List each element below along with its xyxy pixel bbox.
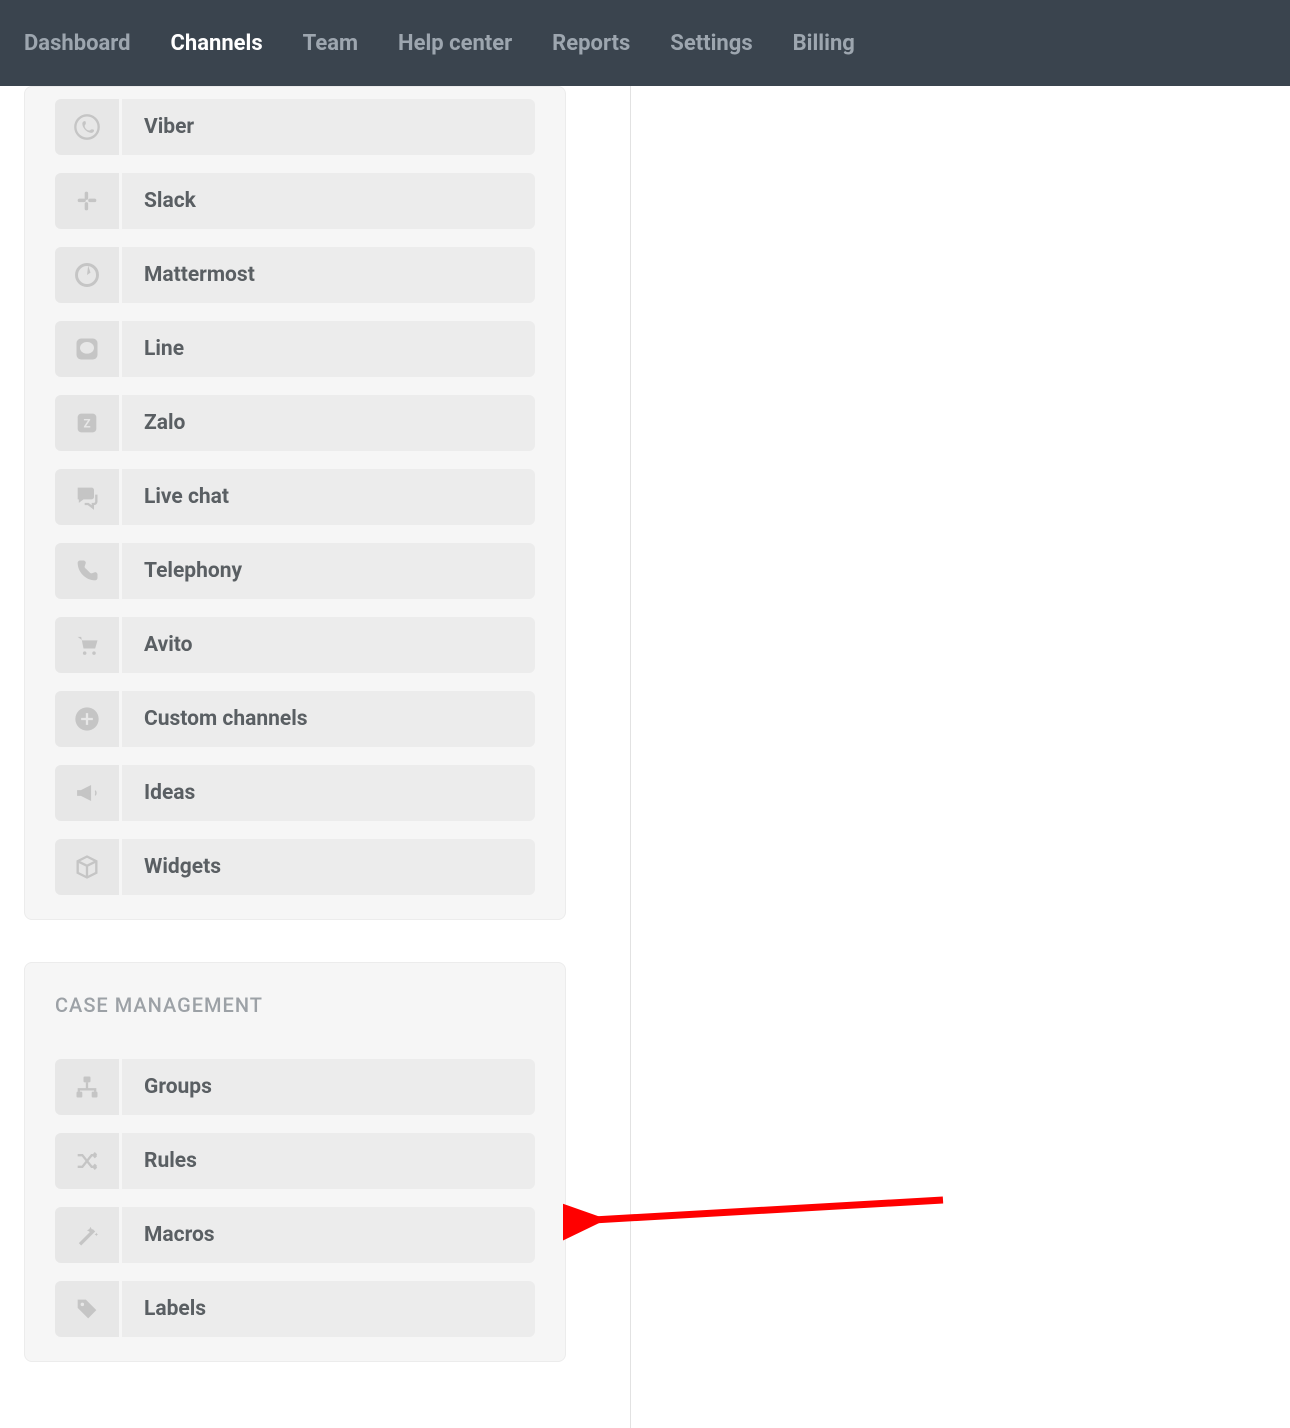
- sidebar-item-label: Mattermost: [122, 247, 535, 303]
- vertical-divider: [630, 86, 631, 1428]
- sidebar-item-macros[interactable]: Macros: [55, 1207, 535, 1263]
- line-icon: [55, 321, 119, 377]
- plus-circle-icon: [55, 691, 119, 747]
- nav-help-center[interactable]: Help center: [398, 31, 512, 56]
- nav-channels[interactable]: Channels: [171, 31, 263, 56]
- viber-icon: [55, 99, 119, 155]
- sidebar-item-live-chat[interactable]: Live chat: [55, 469, 535, 525]
- sidebar-item-label: Telephony: [122, 543, 535, 599]
- sidebar-item-label: Avito: [122, 617, 535, 673]
- sidebar-item-slack[interactable]: Slack: [55, 173, 535, 229]
- sidebar-item-widgets[interactable]: Widgets: [55, 839, 535, 895]
- sidebar-item-groups[interactable]: Groups: [55, 1059, 535, 1115]
- sidebar-item-label: Ideas: [122, 765, 535, 821]
- sidebar-item-label: Groups: [122, 1059, 535, 1115]
- case-management-section: CASE MANAGEMENT Groups Rules: [24, 962, 566, 1362]
- sidebar: Viber Slack Mattermost: [0, 86, 590, 1386]
- nav-reports[interactable]: Reports: [552, 31, 630, 56]
- nav-dashboard[interactable]: Dashboard: [24, 31, 131, 56]
- cart-icon: [55, 617, 119, 673]
- sidebar-item-mattermost[interactable]: Mattermost: [55, 247, 535, 303]
- section-header: CASE MANAGEMENT: [25, 963, 565, 1041]
- sidebar-item-ideas[interactable]: Ideas: [55, 765, 535, 821]
- sidebar-item-label: Macros: [122, 1207, 535, 1263]
- sidebar-item-custom-channels[interactable]: Custom channels: [55, 691, 535, 747]
- sidebar-item-avito[interactable]: Avito: [55, 617, 535, 673]
- sidebar-item-label: Live chat: [122, 469, 535, 525]
- sidebar-item-label: Zalo: [122, 395, 535, 451]
- slack-icon: [55, 173, 119, 229]
- sidebar-item-label: Viber: [122, 99, 535, 155]
- sidebar-item-rules[interactable]: Rules: [55, 1133, 535, 1189]
- sidebar-item-labels[interactable]: Labels: [55, 1281, 535, 1337]
- mattermost-icon: [55, 247, 119, 303]
- sitemap-icon: [55, 1059, 119, 1115]
- sidebar-item-line[interactable]: Line: [55, 321, 535, 377]
- sidebar-item-viber[interactable]: Viber: [55, 99, 535, 155]
- wand-icon: [55, 1207, 119, 1263]
- svg-text:Z: Z: [83, 417, 90, 431]
- sidebar-item-label: Line: [122, 321, 535, 377]
- top-navigation: Dashboard Channels Team Help center Repo…: [0, 0, 1290, 86]
- sidebar-item-zalo[interactable]: Z Zalo: [55, 395, 535, 451]
- channels-section: Viber Slack Mattermost: [24, 86, 566, 920]
- shuffle-icon: [55, 1133, 119, 1189]
- cube-icon: [55, 839, 119, 895]
- sidebar-item-label: Widgets: [122, 839, 535, 895]
- sidebar-item-label: Rules: [122, 1133, 535, 1189]
- phone-icon: [55, 543, 119, 599]
- zalo-icon: Z: [55, 395, 119, 451]
- sidebar-item-label: Custom channels: [122, 691, 535, 747]
- bullhorn-icon: [55, 765, 119, 821]
- tags-icon: [55, 1281, 119, 1337]
- sidebar-item-label: Slack: [122, 173, 535, 229]
- sidebar-item-label: Labels: [122, 1281, 535, 1337]
- sidebar-item-telephony[interactable]: Telephony: [55, 543, 535, 599]
- nav-settings[interactable]: Settings: [670, 31, 752, 56]
- chat-icon: [55, 469, 119, 525]
- nav-billing[interactable]: Billing: [793, 31, 855, 56]
- nav-team[interactable]: Team: [303, 31, 358, 56]
